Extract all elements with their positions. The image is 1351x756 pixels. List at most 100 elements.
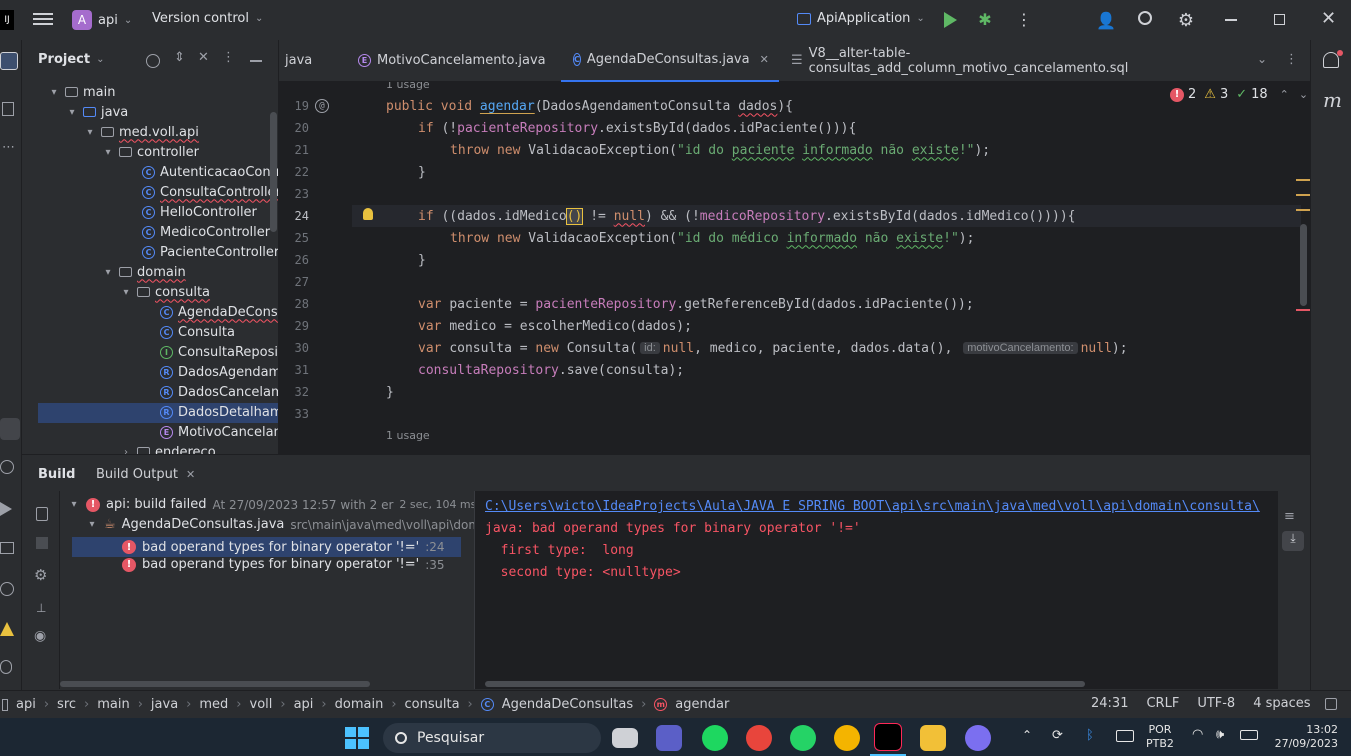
project-tool-icon[interactable]	[0, 52, 18, 70]
spring-bean-icon[interactable]: @	[315, 99, 329, 113]
warning-marker[interactable]	[1296, 179, 1310, 181]
tree-item-dados-cancelamento[interactable]: R DadosCancelam	[160, 382, 278, 402]
search-icon[interactable]	[1138, 11, 1152, 25]
build-tool-icon[interactable]	[0, 418, 20, 440]
warning-marker[interactable]	[1296, 209, 1310, 211]
breadcrumb-item[interactable]: voll	[250, 697, 273, 712]
error-marker[interactable]	[1296, 309, 1310, 311]
soft-wrap-icon[interactable]: ≡	[1284, 509, 1295, 524]
tree-item-paciente-controller[interactable]: C PacienteController	[142, 242, 278, 262]
more-tools-icon[interactable]: ⋯	[2, 140, 15, 155]
line-separator[interactable]: CRLF	[1146, 696, 1179, 711]
locate-icon[interactable]	[146, 54, 160, 68]
tab-sql-migration[interactable]: ☰ V8__alter-table-consultas_add_column_mo…	[779, 40, 1239, 82]
tree-item-agenda-de-consultas[interactable]: C AgendaDeConsu	[160, 302, 278, 322]
options-icon[interactable]: ⋮	[222, 50, 235, 65]
maven-icon[interactable]: m	[1323, 88, 1342, 112]
app-icon[interactable]	[965, 725, 991, 751]
breadcrumb-item[interactable]: med	[199, 697, 228, 712]
tree-item-consulta-class[interactable]: C Consulta	[160, 322, 235, 342]
warning-marker[interactable]	[1296, 194, 1310, 196]
file-explorer-icon[interactable]	[920, 725, 946, 751]
run-config-selector[interactable]: ApiApplication ⌄	[797, 11, 925, 26]
tree-item-java[interactable]: ▾ java	[66, 102, 128, 122]
tray-sync-icon[interactable]: ⟳	[1052, 728, 1063, 743]
file-encoding[interactable]: UTF-8	[1197, 696, 1235, 711]
eye-icon[interactable]: ◉	[34, 628, 46, 644]
breadcrumb-item[interactable]: src	[57, 697, 76, 712]
usage-hint-top[interactable]: 1 usage	[386, 82, 430, 91]
tree-item-controller[interactable]: ▾ controller	[102, 142, 199, 162]
volume-icon[interactable]: 🕪	[1216, 727, 1224, 742]
project-scrollbar[interactable]	[270, 112, 277, 232]
chrome-icon[interactable]	[746, 725, 772, 751]
wifi-icon[interactable]: ◠	[1192, 727, 1203, 742]
taskbar-search[interactable]: Pesquisar	[383, 723, 601, 753]
chrome-profile-icon[interactable]	[834, 725, 860, 751]
breadcrumb-item[interactable]: consulta	[405, 697, 460, 712]
caret-position[interactable]: 24:31	[1091, 696, 1128, 711]
close-window-icon[interactable]: ✕	[1321, 8, 1336, 29]
debug-icon[interactable]: ✱	[975, 9, 995, 29]
keyboard-icon[interactable]	[1116, 730, 1134, 742]
tab-agenda-de-consultas[interactable]: C AgendaDeConsultas.java ✕	[561, 39, 779, 82]
clock[interactable]: 13:02 27/09/2023	[1268, 723, 1338, 751]
task-view-icon[interactable]	[612, 728, 638, 748]
run-tool-icon[interactable]	[0, 502, 12, 516]
tree-item-consulta-repository[interactable]: I ConsultaReposit	[160, 342, 278, 362]
input-language[interactable]: POR PTB2	[1146, 723, 1174, 751]
spotify-icon[interactable]	[702, 725, 728, 751]
expand-all-icon[interactable]: ⇕	[174, 50, 185, 65]
hide-panel-icon[interactable]	[250, 60, 262, 62]
tree-item-main[interactable]: ▾ main	[48, 82, 115, 102]
tree-item-autenticacao[interactable]: C AutenticacaoContr	[142, 162, 278, 182]
teams-icon[interactable]	[656, 725, 682, 751]
readonly-lock-icon[interactable]	[1324, 697, 1337, 710]
indent-setting[interactable]: 4 spaces	[1253, 696, 1310, 711]
build-error-row-24[interactable]: ! bad operand types for binary operator …	[72, 537, 461, 557]
tab-motivo-cancelamento[interactable]: E MotivoCancelamento.java	[346, 40, 561, 82]
breadcrumb-item[interactable]: agendar	[675, 697, 729, 712]
code-editor[interactable]: 1 usage ! 2 ⚠ 3 ✓ 18 ⌃ ⌄ 19 @ public void a…	[279, 82, 1310, 454]
tree-item-domain[interactable]: ▾ domain	[102, 262, 185, 282]
breadcrumb-item[interactable]: java	[151, 697, 178, 712]
tree-item-medico-controller[interactable]: C MedicoController	[142, 222, 270, 242]
breadcrumb-item[interactable]: domain	[335, 697, 384, 712]
tab-list-chevron-icon[interactable]: ⌄	[1257, 52, 1267, 66]
stop-icon[interactable]	[36, 537, 48, 549]
breadcrumb-item[interactable]: api	[294, 697, 314, 712]
collapse-all-icon[interactable]: ✕	[198, 50, 209, 65]
build-output-console[interactable]: C:\Users\wicto\IdeaProjects\Aula\JAVA E …	[474, 491, 1278, 689]
tab-options-icon[interactable]: ⋮	[1285, 52, 1298, 67]
breadcrumb-item[interactable]: main	[97, 697, 129, 712]
whatsapp-icon[interactable]	[790, 725, 816, 751]
more-actions-icon[interactable]: ⋮	[1016, 10, 1032, 30]
project-panel-header[interactable]: Project ⌄	[38, 52, 104, 67]
windows-start-icon[interactable]	[345, 727, 369, 749]
problems-tool-icon[interactable]	[0, 582, 14, 596]
bluetooth-icon[interactable]: ᛒ	[1086, 728, 1094, 743]
warning-tool-icon[interactable]	[0, 622, 14, 636]
run-icon[interactable]	[944, 12, 957, 28]
maximize-icon[interactable]	[1274, 14, 1285, 25]
settings-icon[interactable]: ⚙	[34, 566, 47, 584]
breadcrumb-item[interactable]: AgendaDeConsultas	[502, 697, 633, 712]
git-tool-icon[interactable]	[0, 660, 12, 674]
build-output-tab[interactable]: Build Output ✕	[96, 467, 195, 482]
tree-item-dados-agendamento[interactable]: R DadosAgendam	[160, 362, 278, 382]
error-file-link[interactable]: C:\Users\wicto\IdeaProjects\Aula\JAVA E …	[485, 499, 1260, 514]
main-menu-icon[interactable]	[33, 11, 53, 29]
tree-item-dados-detalhamento[interactable]: RDadosDetalhame	[160, 402, 278, 422]
settings-gear-icon[interactable]: ⚙	[1176, 9, 1196, 31]
services-tool-icon[interactable]	[0, 460, 14, 474]
tree-item-hello-controller[interactable]: C HelloController	[142, 202, 257, 222]
usage-hint-bottom[interactable]: 1 usage	[386, 429, 430, 442]
breadcrumb-item[interactable]: api	[16, 697, 36, 712]
rebuild-icon[interactable]	[36, 507, 48, 521]
add-user-icon[interactable]: 👤	[1096, 9, 1116, 31]
build-tree-scrollbar[interactable]	[60, 681, 370, 687]
build-error-row-35[interactable]: ! bad operand types for binary operator …	[122, 557, 445, 572]
scroll-to-end-icon[interactable]: ⤓	[1282, 531, 1304, 551]
pin-icon[interactable]: ⊥	[36, 601, 46, 615]
build-file-row[interactable]: ▾ ☕ AgendaDeConsultas.java src\main\java…	[86, 517, 480, 532]
